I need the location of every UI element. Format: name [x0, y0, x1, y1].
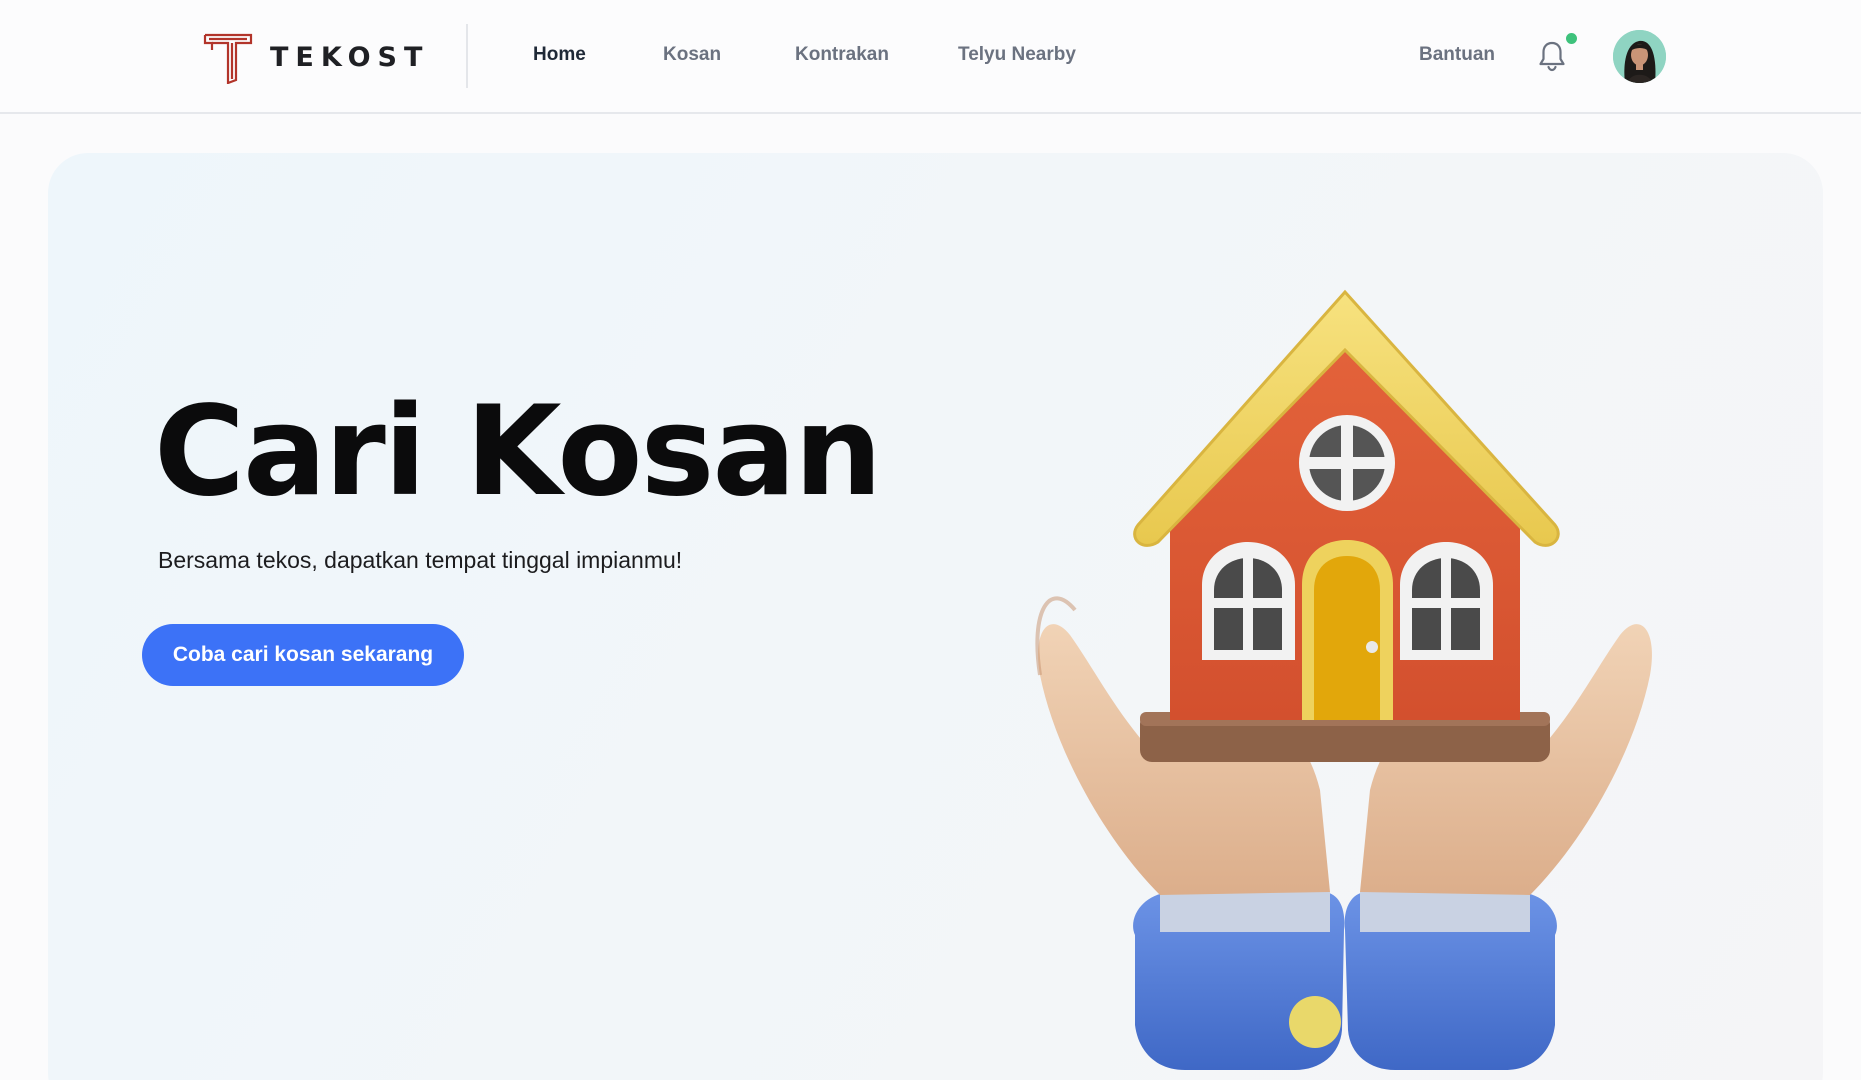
hands-holding-house-illustration — [1035, 289, 1652, 1070]
notification-status-dot — [1564, 31, 1579, 46]
nav-item-home[interactable]: Home — [533, 44, 586, 66]
brand-home-link[interactable]: TEKOST — [202, 30, 429, 84]
top-navbar: TEKOST Home Kosan Kontrakan Telyu Nearby… — [0, 0, 1861, 114]
hero-title: Cari Kosan — [154, 380, 882, 524]
user-avatar[interactable] — [1613, 30, 1666, 83]
nav-item-kontrakan[interactable]: Kontrakan — [795, 44, 889, 66]
help-link[interactable]: Bantuan — [1419, 44, 1495, 66]
tekost-logo-icon — [203, 33, 253, 84]
nav-divider — [466, 24, 468, 88]
bell-icon — [1539, 41, 1565, 72]
brand-name: TEKOST — [270, 41, 430, 73]
avatar-photo-icon — [1613, 30, 1666, 83]
hero-subtitle: Bersama tekos, dapatkan tempat tinggal i… — [158, 547, 683, 573]
notification-bell-button[interactable] — [1537, 40, 1571, 74]
search-kosan-cta-button[interactable]: Coba cari kosan sekarang — [142, 624, 464, 686]
nav-item-kosan[interactable]: Kosan — [663, 44, 721, 66]
nav-item-telyu-nearby[interactable]: Telyu Nearby — [958, 44, 1076, 66]
